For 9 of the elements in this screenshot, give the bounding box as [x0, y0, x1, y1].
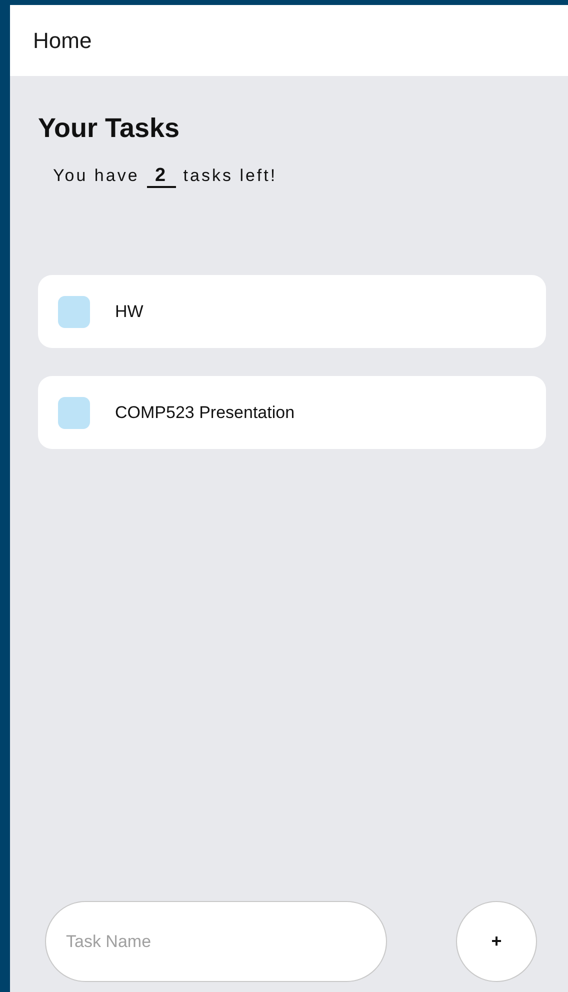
- checkbox[interactable]: [58, 396, 90, 428]
- page-title: Home: [33, 28, 92, 54]
- task-name-field[interactable]: Task Name: [45, 901, 387, 982]
- add-button[interactable]: +: [456, 901, 537, 982]
- tasks-left-text: You have 2 tasks left!: [53, 165, 278, 187]
- task-label: HW: [115, 302, 144, 322]
- section-heading: Your Tasks: [38, 113, 181, 144]
- checkbox[interactable]: [58, 296, 90, 328]
- task-label: COMP523 Presentation: [115, 402, 295, 422]
